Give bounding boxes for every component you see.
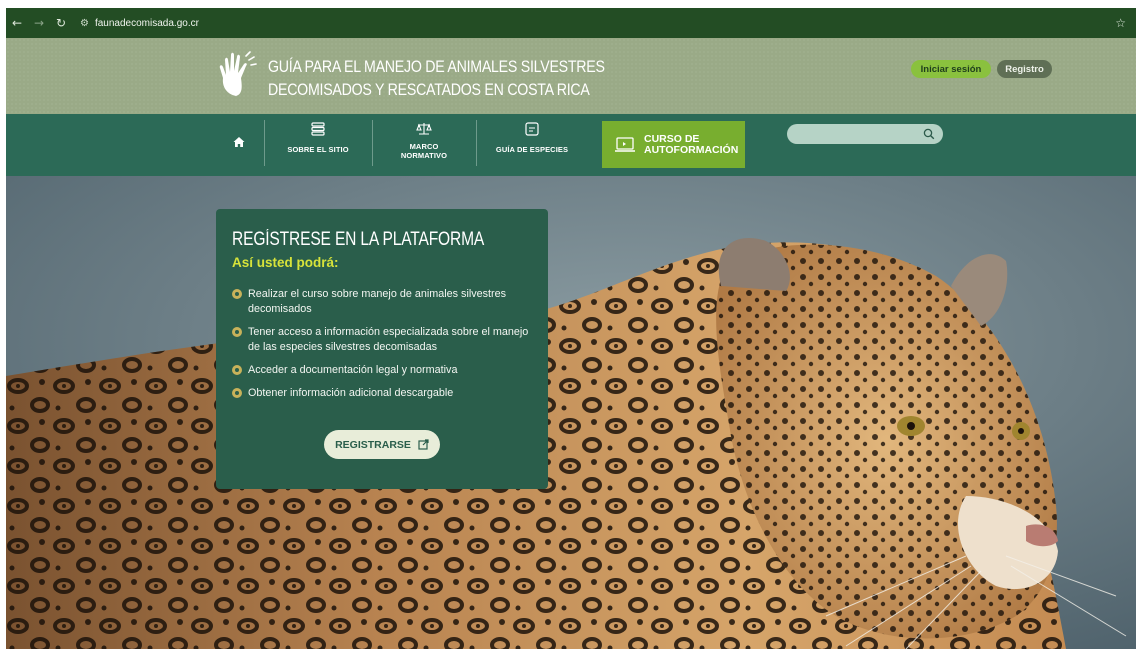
bookmark-star-icon[interactable]: ☆ xyxy=(1115,16,1126,30)
list-item-text: Acceder a documentación legal y normativ… xyxy=(248,364,458,376)
bullet-icon xyxy=(232,327,242,337)
list-item: Acceder a documentación legal y normativ… xyxy=(232,363,542,378)
curso-label-line1: CURSO DE xyxy=(644,132,700,145)
site-title-line1: GUÍA PARA EL MANEJO DE ANIMALES SILVESTR… xyxy=(268,58,605,76)
list-item-text: Obtener información adicional descargabl… xyxy=(248,387,454,399)
browser-toolbar: ← → ↻ ⚙ faunadecomisada.go.cr ☆ xyxy=(6,8,1136,38)
site-title-line2: DECOMISADOS Y RESCATADOS EN COSTA RICA xyxy=(268,81,590,99)
home-icon xyxy=(233,137,245,147)
search-icon[interactable] xyxy=(923,128,935,140)
list-item-text: Tener acceso a información especializada… xyxy=(248,326,529,353)
curso-label-line2: AUTOFORMACIÓN xyxy=(644,143,739,156)
card-title: REGÍSTRESE EN LA PLATAFORMA xyxy=(232,229,485,250)
list-item: Obtener información adicional descargabl… xyxy=(232,386,542,401)
site-title[interactable]: GUÍA PARA EL MANEJO DE ANIMALES SILVESTR… xyxy=(268,56,628,102)
list-item: Tener acceso a información especializada… xyxy=(232,325,542,355)
login-button[interactable]: Iniciar sesión xyxy=(911,60,991,78)
nav-label-sobre: SOBRE EL SITIO xyxy=(287,145,349,154)
registrarse-button[interactable]: REGISTRARSE xyxy=(324,430,440,459)
registration-card: REGÍSTRESE EN LA PLATAFORMA Así usted po… xyxy=(216,209,548,489)
site-header: GUÍA PARA EL MANEJO DE ANIMALES SILVESTR… xyxy=(6,38,1136,114)
bullet-icon xyxy=(232,289,242,299)
card-subtitle: Así usted podrá: xyxy=(232,255,339,270)
register-link-button[interactable]: Registro xyxy=(997,60,1052,78)
list-item-text: Realizar el curso sobre manejo de animal… xyxy=(248,288,507,315)
bullet-icon xyxy=(232,365,242,375)
nav-label-guia: GUÍA DE ESPECIES xyxy=(495,145,569,154)
external-link-icon xyxy=(418,439,429,450)
nav-label-normativo: NORMATIVO xyxy=(400,151,448,160)
search-box xyxy=(787,124,943,144)
registrarse-label: REGISTRARSE xyxy=(335,438,411,451)
bullet-icon xyxy=(232,388,242,398)
jaguar-photo xyxy=(6,176,1136,649)
site-info-icon[interactable]: ⚙ xyxy=(80,18,89,29)
main-nav: SOBRE EL SITIO MARCO NORMATIVO GUÍA DE E… xyxy=(6,114,1136,176)
curso-autoformacion-button[interactable]: CURSO DE AUTOFORMACIÓN xyxy=(602,121,745,168)
nav-label-marco: MARCO xyxy=(409,142,439,151)
search-input[interactable] xyxy=(787,124,917,144)
list-item: Realizar el curso sobre manejo de animal… xyxy=(232,287,542,317)
hero-banner xyxy=(6,176,1136,649)
curso-label: CURSO DE AUTOFORMACIÓN xyxy=(644,132,739,156)
laptop-icon xyxy=(615,136,635,152)
list-icon xyxy=(311,122,325,136)
guide-book-icon xyxy=(525,122,539,136)
forward-arrow-icon[interactable]: → xyxy=(28,16,50,30)
nav-marco-normativo[interactable]: MARCO NORMATIVO xyxy=(372,114,476,176)
reload-icon[interactable]: ↻ xyxy=(50,16,72,30)
address-bar[interactable]: faunadecomisada.go.cr xyxy=(95,18,199,29)
nav-home[interactable] xyxy=(224,114,254,176)
nav-sobre-el-sitio[interactable]: SOBRE EL SITIO xyxy=(264,114,372,176)
hand-logo-icon[interactable] xyxy=(216,50,260,98)
benefits-list: Realizar el curso sobre manejo de animal… xyxy=(232,287,542,409)
scales-icon xyxy=(416,123,432,135)
nav-guia-especies[interactable]: GUÍA DE ESPECIES xyxy=(476,114,588,176)
back-arrow-icon[interactable]: ← xyxy=(6,16,28,30)
